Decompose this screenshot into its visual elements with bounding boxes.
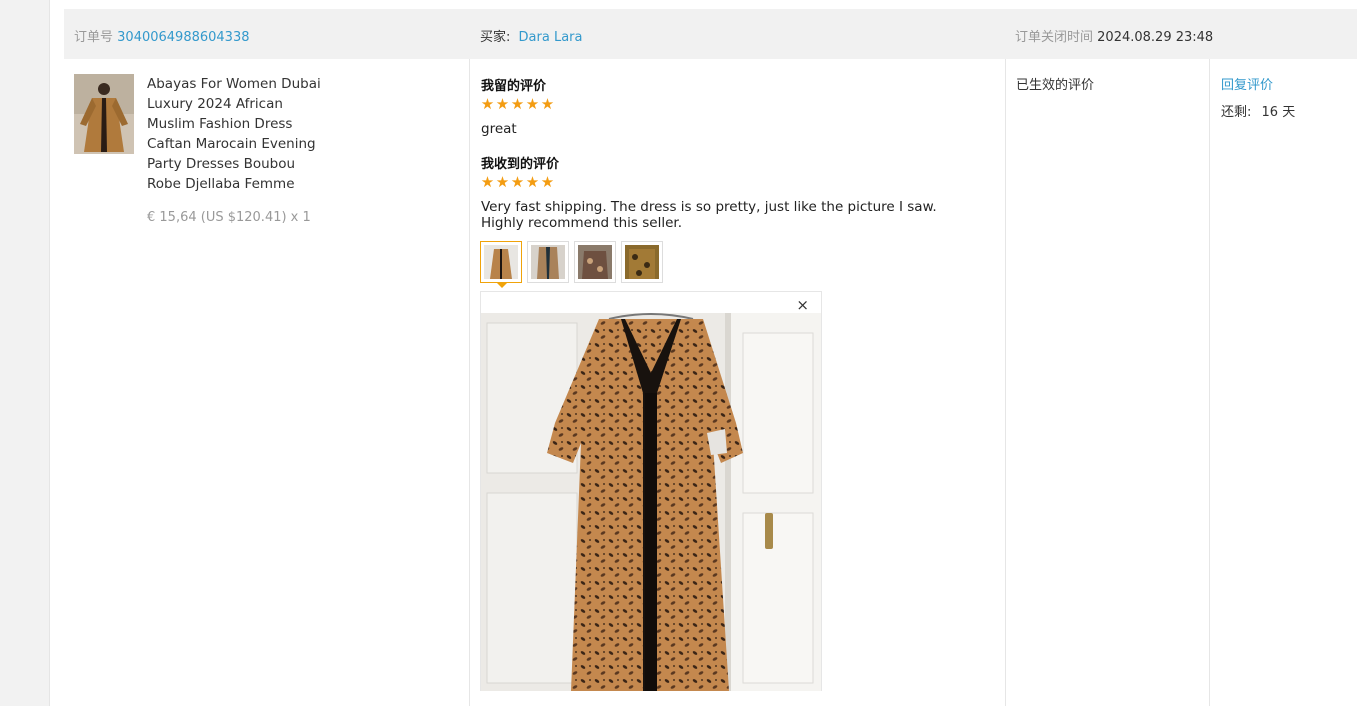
review-photo-thumb[interactable] bbox=[480, 241, 522, 283]
product-price: € 15,64 (US $120.41) x 1 bbox=[147, 210, 311, 225]
buyer: 买家: Dara Lara bbox=[480, 26, 582, 45]
star-icon: ★ bbox=[480, 95, 495, 113]
remaining-days: 还剩: 16 天 bbox=[1221, 101, 1295, 120]
star-icon: ★ bbox=[480, 173, 495, 191]
order-number-link[interactable]: 3040064988604338 bbox=[117, 30, 249, 45]
star-icon: ★ bbox=[525, 173, 540, 191]
buyer-label: 买家: bbox=[480, 30, 511, 45]
column-divider bbox=[1209, 59, 1210, 706]
active-thumb-caret bbox=[496, 282, 508, 288]
my-review-text: great bbox=[481, 121, 517, 137]
review-photo-thumb[interactable] bbox=[574, 241, 616, 283]
product-title-link[interactable]: Abayas For Women Dubai Luxury 2024 Afric… bbox=[147, 74, 322, 194]
star-icon: ★ bbox=[495, 173, 510, 191]
column-divider bbox=[1005, 59, 1006, 706]
star-icon: ★ bbox=[510, 95, 525, 113]
star-icon: ★ bbox=[540, 173, 555, 191]
received-review-text: Very fast shipping. The dress is so pret… bbox=[481, 199, 937, 231]
order-header: 订单号 3040064988604338 买家: Dara Lara 订单关闭时… bbox=[64, 9, 1357, 59]
reply-review-link[interactable]: 回复评价 bbox=[1221, 74, 1273, 93]
closed-time-label: 订单关闭时间 bbox=[1015, 30, 1094, 45]
column-divider bbox=[469, 59, 470, 706]
star-icon: ★ bbox=[495, 95, 510, 113]
received-review-label: 我收到的评价 bbox=[481, 157, 560, 172]
star-icon: ★ bbox=[525, 95, 540, 113]
star-icon: ★ bbox=[540, 95, 555, 113]
star-icon: ★ bbox=[510, 173, 525, 191]
closed-time-value: 2024.08.29 23:48 bbox=[1097, 30, 1214, 45]
order-closed-time: 订单关闭时间 2024.08.29 23:48 bbox=[1015, 26, 1213, 45]
review-photo-thumb[interactable] bbox=[527, 241, 569, 283]
remaining-value: 16 天 bbox=[1261, 105, 1296, 120]
remaining-label: 还剩: bbox=[1221, 105, 1252, 120]
my-review-stars: ★ ★ ★ ★ ★ bbox=[480, 97, 555, 112]
product-thumbnail[interactable] bbox=[74, 74, 134, 154]
order-number-label: 订单号 bbox=[74, 30, 114, 45]
received-review-stars: ★ ★ ★ ★ ★ bbox=[480, 175, 555, 190]
review-photo-thumb[interactable] bbox=[621, 241, 663, 283]
review-status: 已生效的评价 bbox=[1016, 78, 1095, 93]
order-number: 订单号 3040064988604338 bbox=[74, 26, 250, 45]
review-photo-preview: × bbox=[480, 291, 822, 691]
review-photo-large bbox=[481, 313, 821, 691]
close-icon[interactable]: × bbox=[796, 296, 809, 314]
my-review-label: 我留的评价 bbox=[481, 79, 547, 94]
buyer-name-link[interactable]: Dara Lara bbox=[519, 30, 583, 45]
